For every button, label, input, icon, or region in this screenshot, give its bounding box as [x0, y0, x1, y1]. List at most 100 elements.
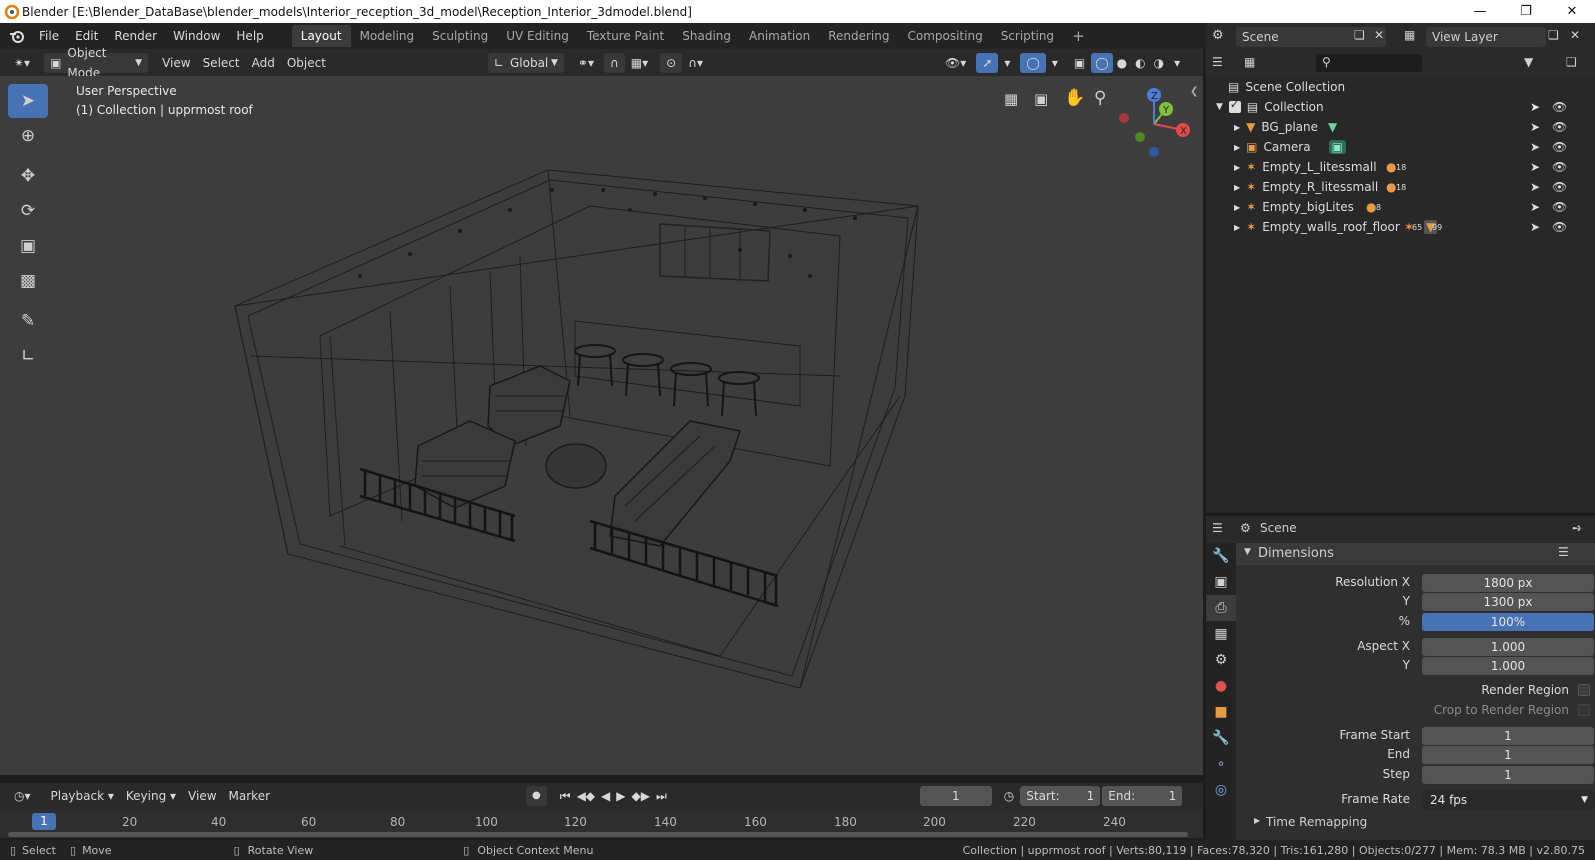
remove-scene-icon[interactable]: ✕	[1374, 28, 1384, 42]
tab-scripting[interactable]: Scripting	[992, 25, 1063, 47]
eye-icon[interactable]: 👁	[1552, 140, 1567, 154]
editor-type-icon[interactable]: ✴▾	[8, 53, 36, 73]
tab-rendering[interactable]: Rendering	[819, 25, 898, 47]
world-tab-icon[interactable]: ●	[1206, 673, 1236, 699]
presets-icon[interactable]: ☰	[1558, 545, 1569, 559]
frame-start-field[interactable]: 1	[1422, 727, 1594, 745]
remove-view-layer-icon[interactable]: ✕	[1570, 28, 1580, 42]
menu-add[interactable]: Add	[246, 53, 281, 73]
scale-tool-icon[interactable]: ▣	[8, 229, 48, 263]
frame-end-field[interactable]: 1	[1422, 746, 1594, 764]
resolution-percent-field[interactable]: 100%	[1422, 613, 1594, 631]
rotate-tool-icon[interactable]: ⟳	[8, 194, 48, 228]
add-workspace-icon[interactable]: +	[1063, 25, 1094, 47]
grid-toggle-icon[interactable]: ▦	[1004, 90, 1018, 108]
expand-arrow-icon[interactable]: ▶	[1234, 123, 1240, 132]
select-arrow-icon[interactable]: ➤	[1530, 200, 1540, 214]
expand-arrow-icon[interactable]: ▶	[1234, 183, 1240, 192]
particles-tab-icon[interactable]: ∘	[1206, 751, 1236, 777]
object-mode-dropdown[interactable]: ▣ Object Mode ▼	[44, 46, 149, 80]
collapse-arrow-icon[interactable]: ▼	[1244, 547, 1251, 557]
outliner-search-input[interactable]: ⚲	[1316, 54, 1422, 72]
outliner-editor-type-icon[interactable]: ☰	[1212, 55, 1223, 69]
eye-icon[interactable]: 👁	[1552, 180, 1567, 194]
zoom-icon[interactable]: ⚲	[1094, 88, 1106, 108]
move-tool-icon[interactable]: ✥	[8, 159, 48, 193]
crop-region-checkbox[interactable]	[1578, 704, 1590, 716]
tab-layout[interactable]: Layout	[291, 25, 351, 47]
menu-playback[interactable]: Playback ▾	[45, 786, 120, 806]
collection-checkbox[interactable]: ✓	[1228, 98, 1241, 113]
tab-modeling[interactable]: Modeling	[351, 25, 424, 47]
tab-texture-paint[interactable]: Texture Paint	[578, 25, 673, 47]
pivot-point-icon[interactable]: ⚭▾	[572, 53, 600, 73]
minimize-button[interactable]: —	[1457, 0, 1503, 23]
expand-arrow-icon[interactable]: ▶	[1234, 223, 1240, 232]
menu-window[interactable]: Window	[165, 29, 228, 43]
aspect-x-field[interactable]: 1.000	[1422, 638, 1594, 656]
modifier-tab-icon[interactable]: 🔧	[1206, 725, 1236, 751]
orientation-dropdown[interactable]: ∟ Global ▼	[487, 52, 564, 73]
pan-hand-icon[interactable]: ✋	[1064, 88, 1085, 108]
overlay-toggle-icon[interactable]: ◯	[1020, 52, 1046, 73]
tool-tab-icon[interactable]: 🔧	[1206, 543, 1236, 569]
expand-arrow-icon[interactable]: ▶	[1234, 143, 1240, 152]
eye-icon[interactable]: 👁	[1552, 160, 1567, 174]
snap-toggle-icon[interactable]: ∩	[604, 52, 625, 73]
expand-arrow-icon[interactable]: ▶	[1234, 163, 1240, 172]
play-reverse-button[interactable]: ◀	[598, 786, 613, 806]
menu-render[interactable]: Render	[106, 29, 165, 43]
current-frame-field[interactable]: 1	[919, 786, 992, 806]
time-remapping-panel-header[interactable]: ▶ Time Remapping	[1236, 813, 1595, 833]
3d-viewport[interactable]: User Perspective (1) Collection | upprmo…	[0, 76, 1203, 775]
timeline-editor-type-icon[interactable]: ◷▾	[8, 786, 37, 806]
eye-icon[interactable]: 👁	[1552, 200, 1567, 214]
gizmo-toggle-icon[interactable]: ➚	[976, 52, 999, 73]
tab-sculpting[interactable]: Sculpting	[423, 25, 497, 47]
select-arrow-icon[interactable]: ➤	[1530, 220, 1540, 234]
view-layer-tab-icon[interactable]: ▦	[1206, 621, 1236, 647]
gizmo-dropdown-icon[interactable]: ▾	[998, 53, 1016, 73]
falloff-icon[interactable]: ∩▾	[682, 53, 709, 73]
menu-help[interactable]: Help	[228, 29, 271, 43]
outliner-item-bg-plane[interactable]: ▶ ▼ BG_plane ▼ ➤ 👁	[1206, 117, 1595, 137]
tab-compositing[interactable]: Compositing	[898, 25, 991, 47]
dimensions-panel-header[interactable]: ▼ Dimensions ☰	[1236, 543, 1595, 565]
camera-view-icon[interactable]: ▣	[1034, 90, 1048, 108]
eye-icon[interactable]: 👁	[1552, 220, 1567, 234]
object-tab-icon[interactable]: ■	[1206, 699, 1236, 725]
select-arrow-icon[interactable]: ➤	[1530, 160, 1540, 174]
menu-timeline-view[interactable]: View	[182, 786, 222, 806]
select-box-tool-icon[interactable]: ➤	[8, 84, 48, 118]
timeline-scrollbar[interactable]	[8, 832, 1188, 837]
select-arrow-icon[interactable]: ➤	[1530, 140, 1540, 154]
select-arrow-icon[interactable]: ➤	[1530, 180, 1540, 194]
view-layer-selector[interactable]: View Layer	[1426, 27, 1546, 47]
material-shading-icon[interactable]: ◐	[1131, 53, 1149, 73]
menu-select[interactable]: Select	[197, 53, 246, 73]
expand-arrow-icon[interactable]: ▶	[1254, 816, 1260, 825]
start-frame-field[interactable]: Start: 1	[1020, 786, 1101, 806]
current-frame-indicator[interactable]: 1	[32, 813, 56, 830]
select-arrow-icon[interactable]: ➤	[1530, 120, 1540, 134]
transform-tool-icon[interactable]: ▩	[8, 264, 48, 298]
expand-arrow-icon[interactable]: ▼	[1216, 102, 1223, 112]
outliner-item-empty-l[interactable]: ▶ ✶ Empty_L_litessmall ● 18 ➤ 👁	[1206, 157, 1595, 177]
xray-toggle-icon[interactable]: ▣	[1068, 53, 1091, 73]
jump-keyframe-forward-button[interactable]: ◆▶	[629, 786, 653, 806]
select-arrow-icon[interactable]: ➤	[1530, 100, 1540, 114]
render-region-checkbox[interactable]	[1578, 684, 1590, 696]
measure-tool-icon[interactable]: ∟	[8, 339, 48, 373]
expand-arrow-icon[interactable]: ▶	[1234, 203, 1240, 212]
display-mode-icon[interactable]: ▦	[1244, 55, 1255, 69]
blender-menu-icon[interactable]	[9, 28, 25, 44]
outliner-item-empty-r[interactable]: ▶ ✶ Empty_R_litessmall ● 18 ➤ 👁	[1206, 177, 1595, 197]
scene-icon[interactable]: ⚙	[1212, 28, 1224, 43]
record-button[interactable]: ●	[526, 786, 547, 806]
sidebar-toggle-icon[interactable]: ❮	[1190, 86, 1198, 97]
aspect-y-field[interactable]: 1.000	[1422, 657, 1594, 675]
output-tab-icon[interactable]: ⎙	[1206, 595, 1236, 621]
annotate-tool-icon[interactable]: ✎	[8, 304, 48, 338]
copy-scene-icon[interactable]: ❏	[1354, 28, 1365, 42]
outliner-item-empty-biglites[interactable]: ▶ ✶ Empty_bigLites ● 8 ➤ 👁	[1206, 197, 1595, 217]
